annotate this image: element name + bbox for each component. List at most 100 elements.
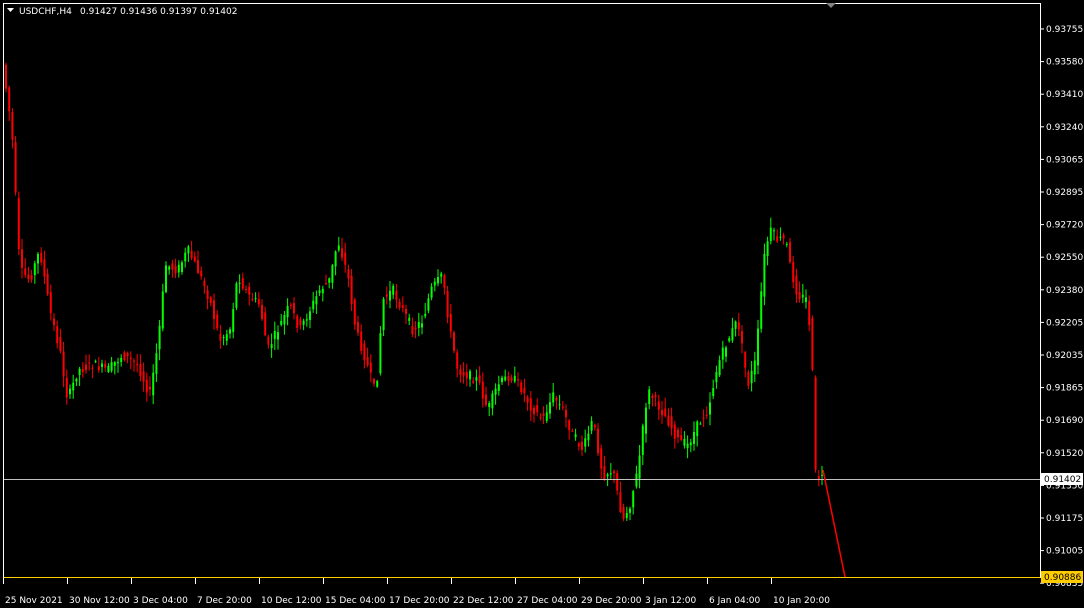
candle-body: [171, 263, 174, 270]
y-tick-label: 0.92380: [1046, 286, 1083, 296]
candle-body: [56, 326, 59, 343]
x-tick-label: 7 Dec 20:00: [197, 596, 252, 606]
candle-body: [632, 491, 635, 508]
candle-body: [280, 321, 283, 325]
candle-body: [581, 441, 583, 450]
candle-body: [283, 315, 286, 325]
candle-body: [507, 376, 510, 381]
candle-body: [59, 337, 62, 352]
candle-body: [558, 404, 561, 406]
candle-body: [216, 314, 219, 329]
candle-body: [680, 435, 683, 441]
candle-body: [347, 269, 350, 279]
candle-body: [462, 372, 465, 376]
candle-body: [142, 371, 145, 382]
candle-body: [763, 254, 766, 297]
candle-body: [545, 412, 548, 421]
candle-body: [625, 513, 628, 519]
candle-body: [312, 300, 315, 310]
x-tick-label: 6 Jan 04:00: [709, 596, 761, 606]
y-tick-label: 0.93580: [1046, 58, 1083, 68]
candle-body: [5, 64, 7, 89]
candle-body: [597, 428, 599, 454]
candle-body: [286, 306, 289, 318]
candle-body: [478, 375, 481, 383]
candle-body: [606, 474, 609, 477]
candle-body: [715, 372, 718, 383]
candle-body: [363, 343, 366, 361]
candle-body: [785, 243, 788, 245]
candle-body: [232, 309, 235, 332]
candle-body: [190, 250, 193, 259]
x-tick-label: 27 Dec 04:00: [517, 596, 578, 606]
candle-body: [405, 308, 407, 314]
y-tick-label: 0.91865: [1046, 384, 1083, 394]
candle-body: [593, 424, 596, 428]
y-tick-label: 0.93240: [1046, 123, 1083, 133]
candle-body: [33, 263, 36, 276]
candle-body: [424, 313, 427, 317]
candle-body: [40, 252, 43, 263]
y-tick-label: 0.92035: [1046, 351, 1083, 361]
candle-body: [267, 336, 270, 345]
candle-body: [795, 275, 798, 295]
candle-body: [677, 429, 679, 438]
candle-body: [773, 230, 775, 232]
candle-body: [657, 401, 660, 410]
candle-body: [609, 473, 612, 475]
candle-body: [139, 364, 142, 377]
price-chart[interactable]: 0.93755 0.93580 0.93410 0.93240 0.93065 0.928…: [0, 0, 1084, 608]
candle-body: [737, 322, 740, 330]
candle-body: [123, 352, 126, 360]
candle-body: [821, 474, 823, 476]
candle-body: [389, 290, 391, 301]
candle-body: [565, 409, 567, 418]
candle-body: [571, 430, 574, 432]
candle-body: [814, 377, 817, 470]
candle-body: [187, 246, 190, 254]
y-tick-label: 0.92550: [1046, 253, 1083, 263]
candle-body: [104, 363, 107, 368]
candle-body: [197, 260, 199, 273]
price-badge: 0.91402: [1044, 475, 1081, 485]
candle-body: [430, 286, 433, 298]
candle-body: [401, 305, 404, 308]
candle-body: [344, 252, 347, 265]
x-tick-label: 29 Dec 20:00: [581, 596, 642, 606]
candle-body: [149, 386, 151, 390]
candle-body: [155, 353, 158, 374]
candle-body: [721, 347, 724, 360]
candle-body: [270, 344, 273, 349]
candle-body: [638, 455, 641, 479]
candle-body: [219, 333, 222, 341]
x-tick-label: 10 Dec 12:00: [261, 596, 322, 606]
candle-body: [46, 274, 49, 295]
candle-body: [264, 312, 267, 336]
candle-body: [129, 357, 132, 360]
candle-body: [65, 378, 68, 398]
candle-body: [91, 367, 94, 369]
candle-body: [619, 492, 622, 512]
candle-body: [200, 270, 203, 277]
candle-body: [277, 332, 279, 340]
candle-body: [433, 281, 436, 286]
candle-body: [152, 372, 155, 396]
candle-body: [552, 392, 555, 403]
candle-body: [549, 402, 551, 414]
candle-body: [811, 318, 814, 370]
candle-body: [712, 388, 715, 396]
candle-body: [184, 252, 187, 262]
candle-body: [481, 381, 484, 399]
candle-body: [456, 352, 459, 369]
candle-body: [440, 273, 443, 277]
candle-body: [408, 317, 411, 321]
candle-body: [513, 375, 516, 382]
candle-body: [577, 443, 580, 447]
candle-body: [459, 369, 462, 375]
candle-body: [683, 438, 686, 446]
candle-body: [753, 360, 756, 375]
candle-body: [203, 280, 206, 287]
candle-body: [494, 388, 497, 395]
y-tick-label: 0.93755: [1046, 25, 1083, 35]
y-tick-label: 0.91520: [1046, 449, 1083, 459]
